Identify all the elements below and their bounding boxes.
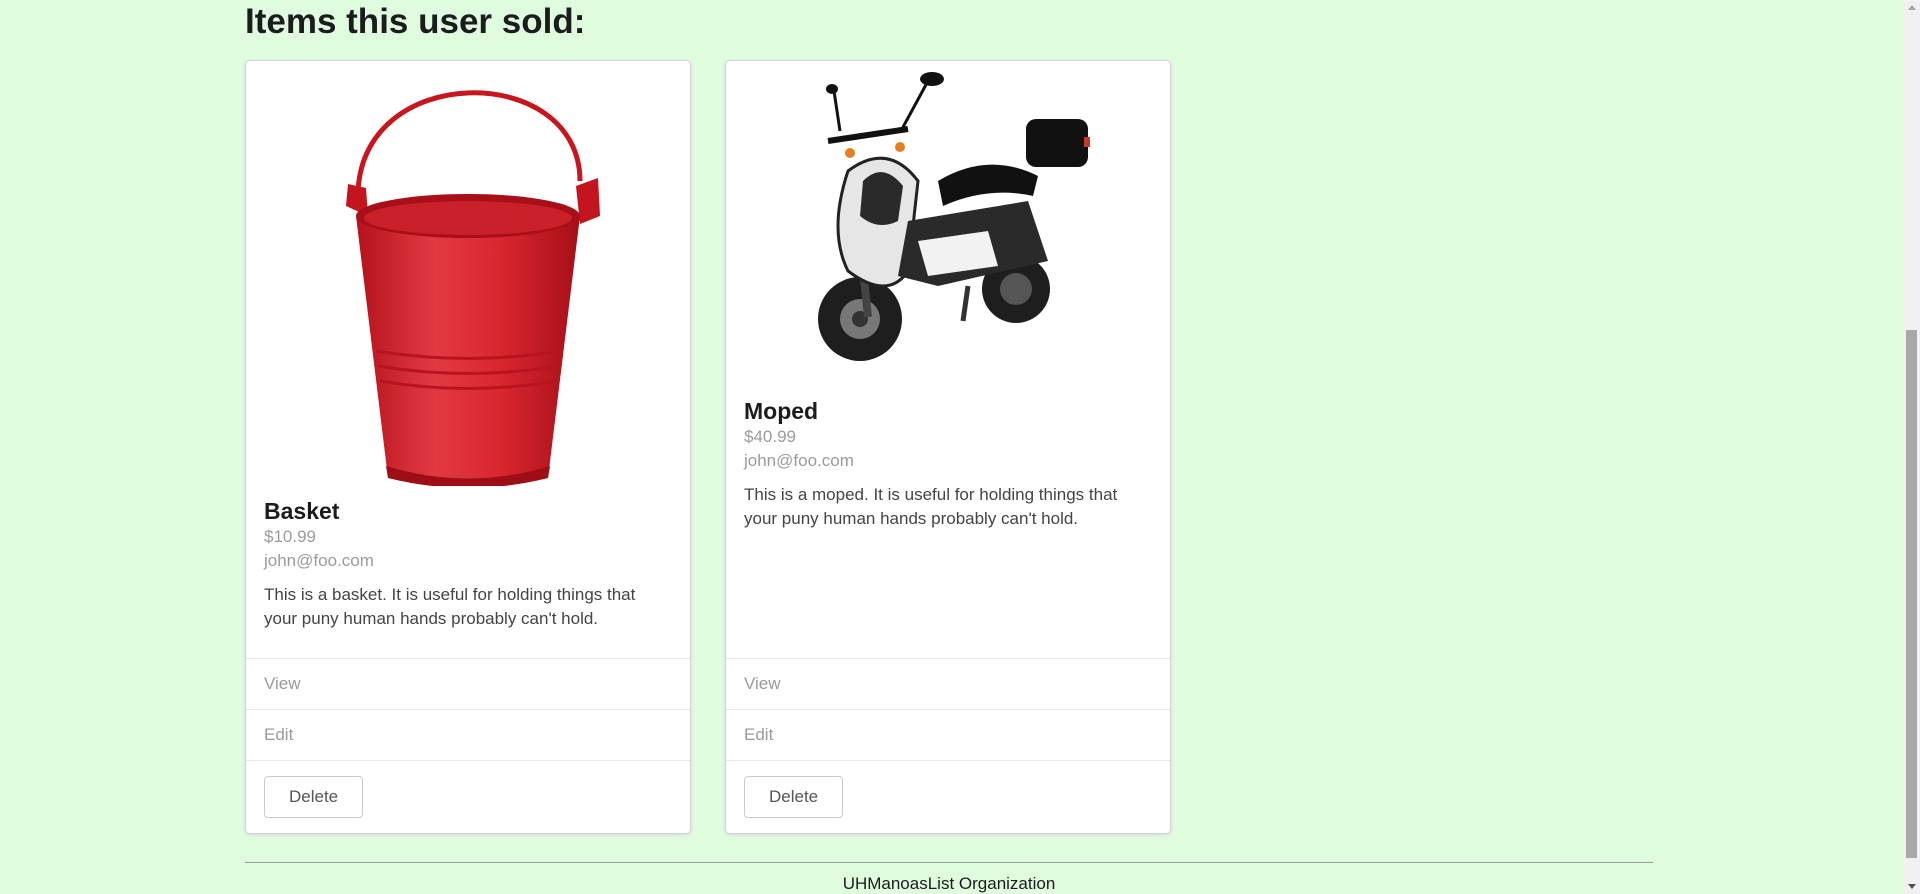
view-link[interactable]: View xyxy=(246,658,690,709)
scrollbar-thumb[interactable] xyxy=(1906,330,1917,858)
card-content: Moped $40.99 john@foo.com This is a mope… xyxy=(726,391,1170,658)
page-heading: Items this user sold: xyxy=(245,2,586,41)
bucket-image xyxy=(246,61,690,491)
item-price: $40.99 xyxy=(744,427,796,446)
footer-text: UHManoasList Organization xyxy=(842,874,1056,893)
item-title: Moped xyxy=(744,398,819,424)
item-price: $10.99 xyxy=(264,527,316,546)
delete-row: Delete xyxy=(246,760,690,833)
moped-icon xyxy=(818,72,1090,361)
item-description: This is a moped. It is useful for holdin… xyxy=(744,485,1118,528)
moped-image xyxy=(726,61,1170,391)
item-description: This is a basket. It is useful for holdi… xyxy=(264,585,636,628)
item-title: Basket xyxy=(264,498,340,524)
view-link[interactable]: View xyxy=(726,658,1170,709)
scroll-down-arrow-icon[interactable] xyxy=(1908,884,1916,889)
footer-divider xyxy=(245,862,1653,863)
item-owner: john@foo.com xyxy=(264,551,374,570)
card-content: Basket $10.99 john@foo.com This is a bas… xyxy=(246,491,690,658)
delete-button[interactable]: Delete xyxy=(744,776,844,818)
item-cards: Basket $10.99 john@foo.com This is a bas… xyxy=(245,60,1171,834)
vertical-scrollbar[interactable] xyxy=(1903,0,1920,894)
edit-link[interactable]: Edit xyxy=(726,709,1170,760)
item-card-moped: Moped $40.99 john@foo.com This is a mope… xyxy=(725,60,1171,834)
item-owner: john@foo.com xyxy=(744,451,854,470)
edit-link[interactable]: Edit xyxy=(246,709,690,760)
delete-row: Delete xyxy=(726,760,1170,833)
delete-button[interactable]: Delete xyxy=(264,776,364,818)
scroll-up-arrow-icon[interactable] xyxy=(1908,5,1916,10)
page: Items this user sold: Basket $10.99 john… xyxy=(0,0,1920,894)
item-card-basket: Basket $10.99 john@foo.com This is a bas… xyxy=(245,60,691,834)
bucket-icon xyxy=(346,90,600,486)
